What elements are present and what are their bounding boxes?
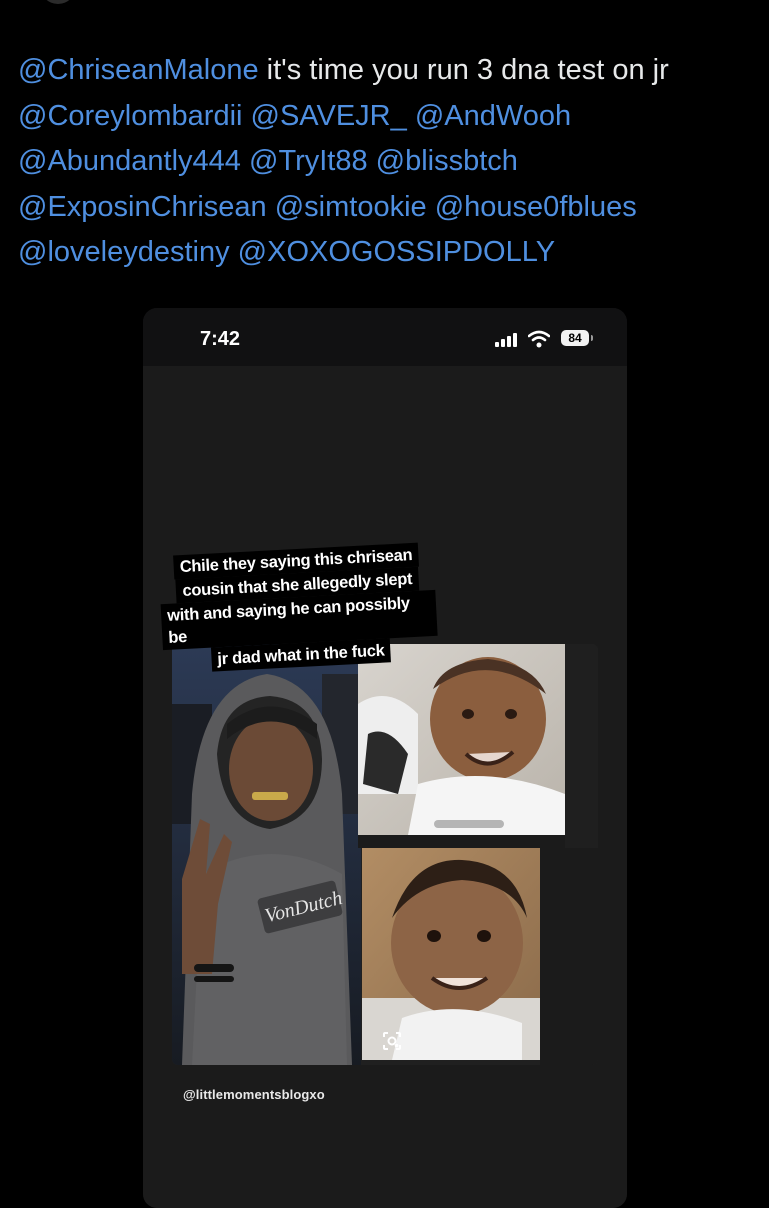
avatar[interactable] xyxy=(40,0,76,4)
story-content: VonDutch Chile they saying this chrisean… xyxy=(143,366,627,1208)
tweet-text-segment xyxy=(427,191,435,223)
lens-icon[interactable] xyxy=(381,1030,403,1052)
watermark: @littlemomentsblogxo xyxy=(183,1087,325,1102)
battery-icon: 84 xyxy=(561,330,593,346)
story-caption: Chile they saying this chrisean cousin t… xyxy=(158,542,439,674)
tweet-line: @Coreylombardii @SAVEJR_ @AndWooh xyxy=(18,94,758,140)
tweet-line: @ChriseanMalone it's time you run 3 dna … xyxy=(18,48,758,94)
tweet-text-segment xyxy=(230,236,238,268)
mention-link[interactable]: @loveleydestiny xyxy=(18,236,230,268)
baby-photo-top xyxy=(358,644,565,835)
baby-photo-bottom xyxy=(362,848,540,1060)
mention-link[interactable]: @AndWooh xyxy=(415,100,571,132)
tweet-text-segment xyxy=(368,145,376,177)
mention-link[interactable]: @TryIt88 xyxy=(249,145,368,177)
tweet-line: @Abundantly444 @TryIt88 @blissbtch xyxy=(18,139,758,185)
tweet-text-segment xyxy=(267,191,275,223)
wifi-icon xyxy=(528,330,550,348)
tweet-media[interactable]: 7:42 84 VonDutch Chile they saying this … xyxy=(143,308,627,1208)
tweet-text-segment xyxy=(242,100,250,132)
mention-link[interactable]: @Abundantly444 xyxy=(18,145,241,177)
mention-link[interactable]: @SAVEJR_ xyxy=(251,100,407,132)
tweet-text-segment xyxy=(241,145,249,177)
tweet-line: @ExposinChrisean @simtookie @house0fblue… xyxy=(18,185,758,231)
tweet-text-segment: it's time you run 3 dna test on jr xyxy=(258,54,669,86)
mention-link[interactable]: @ChriseanMalone xyxy=(18,54,259,86)
mention-link[interactable]: @blissbtch xyxy=(376,145,518,177)
tweet-line: @loveleydestiny @XOXOGOSSIPDOLLY xyxy=(18,230,758,276)
mention-link[interactable]: @house0fblues xyxy=(435,191,637,223)
signal-icon xyxy=(495,333,517,347)
status-time: 7:42 xyxy=(200,328,241,350)
phone-status-bar: 7:42 84 xyxy=(143,308,627,366)
photo-collage[interactable]: VonDutch xyxy=(172,644,598,1065)
mention-link[interactable]: @ExposinChrisean xyxy=(18,191,267,223)
mention-link[interactable]: @simtookie xyxy=(275,191,427,223)
mention-link[interactable]: @XOXOGOSSIPDOLLY xyxy=(238,236,555,268)
tweet-text: @ChriseanMalone it's time you run 3 dna … xyxy=(18,48,758,276)
tweet-text-segment xyxy=(407,100,415,132)
man-photo: VonDutch xyxy=(172,644,361,1065)
mention-link[interactable]: @Coreylombardii xyxy=(18,100,242,132)
